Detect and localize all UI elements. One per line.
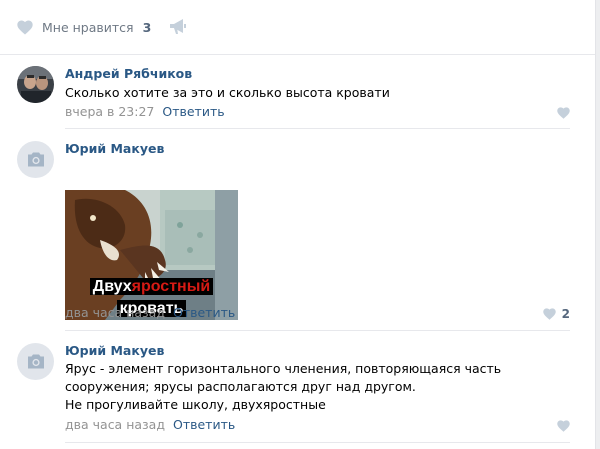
camera-placeholder-icon [27,152,44,167]
comment-image[interactable]: Двухяростный кровать [65,190,238,320]
comment-divider [65,128,570,129]
meme-caption-top: Двухяростный [65,278,238,296]
comment-author[interactable]: Андрей Рябчиков [65,66,192,81]
reply-link[interactable]: Ответить [162,104,224,119]
comment-meta: два часа назад Ответить [65,417,235,432]
post-actions-bar: Мне нравится 3 [0,0,595,55]
comment-divider [65,442,570,443]
comment-text: Ярус - элемент горизонтального членения,… [65,360,501,414]
comment-like-button[interactable] [557,107,570,119]
comment-date[interactable]: вчера в 23:27 [65,104,154,119]
comment-divider [65,330,570,331]
heart-icon [17,20,33,34]
comments-card: Мне нравится 3 Андрей Рябчиков Сколько х… [0,0,596,449]
user-photo [17,66,54,103]
like-button[interactable]: Мне нравится 3 [17,17,151,37]
comment-author[interactable]: Юрий Макуев [65,141,164,156]
heart-icon [542,308,556,320]
heart-icon [557,107,570,119]
camera-placeholder-icon [27,354,44,369]
avatar[interactable] [17,141,54,178]
comment-date[interactable]: два часа назад [65,417,165,432]
comment-author[interactable]: Юрий Макуев [65,343,164,358]
avatar[interactable] [17,343,54,380]
comment-like-button[interactable] [557,420,570,432]
avatar[interactable] [17,66,54,103]
reply-link[interactable]: Ответить [173,305,235,320]
comment-text: Сколько хотите за это и сколько высота к… [65,84,390,102]
like-count: 3 [142,19,152,35]
comment-text-line: Не прогуливайте школу, двухяростные [65,397,326,412]
reply-link[interactable]: Ответить [173,417,235,432]
heart-icon [557,420,570,432]
comment-meta: вчера в 23:27 Ответить [65,104,225,119]
megaphone-icon [170,19,186,34]
comment-date[interactable]: два часа назад [65,305,165,320]
comment-like-button[interactable]: 2 [542,307,570,321]
comment-text-line: сооружения; ярусы располагаются друг над… [65,379,416,394]
comment-meta: два часа назад Ответить [65,305,235,320]
like-label: Мне нравится [42,19,134,35]
share-button[interactable] [169,18,187,35]
comment-like-count: 2 [561,307,570,321]
comment-item: Андрей Рябчиков Сколько хотите за это и … [0,66,595,129]
comment-text-line: Ярус - элемент горизонтального членения,… [65,361,502,376]
comment-text-line: Сколько хотите за это и сколько высота к… [65,85,390,100]
comment-item: Юрий Макуев Ярус - элемент горизонтально… [0,343,595,443]
comment-item: Юрий Макуев Двухяростный кровать два час… [0,141,595,331]
meme-caption-part-white: Двух [92,278,132,295]
meme-caption-part-red: яростный [131,278,211,295]
